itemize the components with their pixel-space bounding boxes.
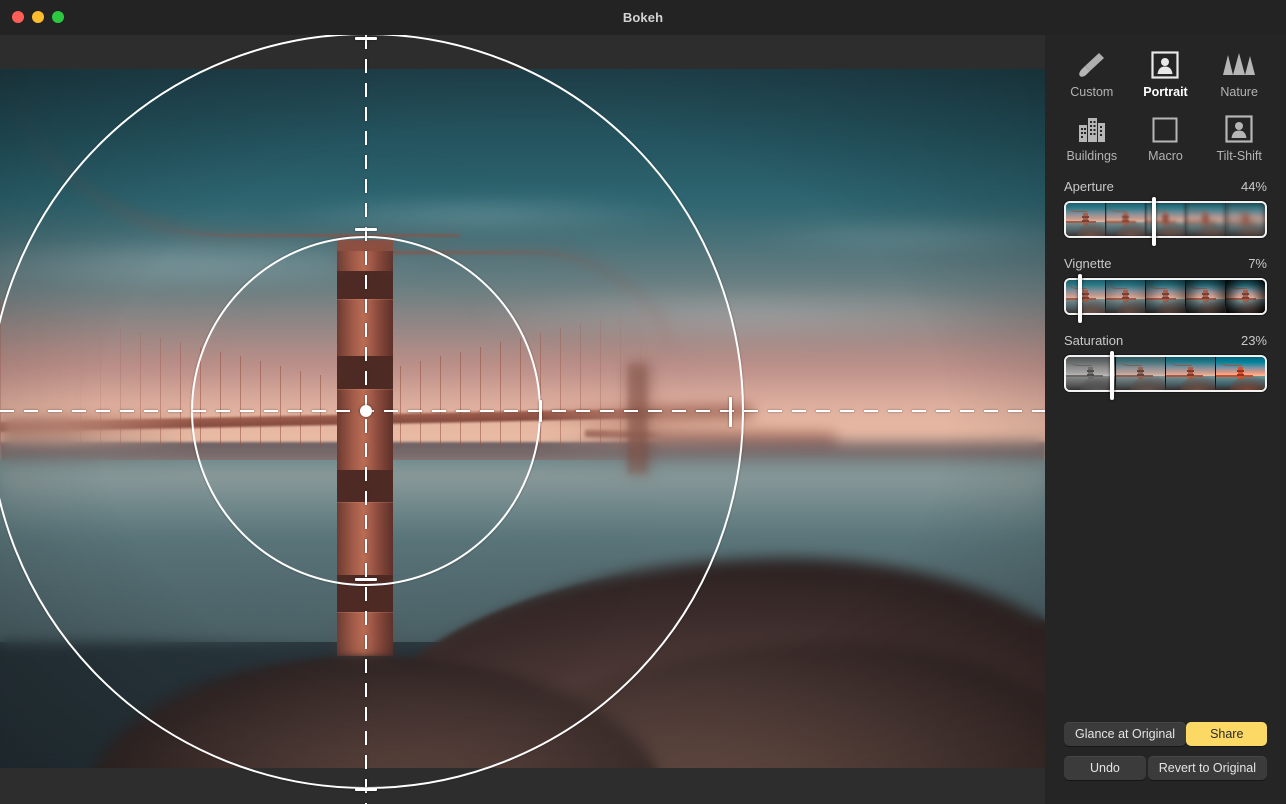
preset-label: Nature [1220,85,1258,99]
slider-handle[interactable] [1078,274,1082,323]
preset-label: Custom [1070,85,1113,99]
filmstrip-frame [1106,203,1146,236]
slider-aperture: Aperture 44% [1064,179,1267,238]
filmstrip-frame [1186,203,1226,236]
preset-label: Buildings [1066,149,1117,163]
filmstrip-frame [1226,203,1265,236]
footer-row-top: Glance at Original Share [1064,722,1267,746]
preset-tilt-shift[interactable]: Tilt-Shift [1202,111,1276,165]
portrait-icon [1225,113,1253,143]
preset-nature[interactable]: Nature [1202,47,1276,101]
revert-to-original-button[interactable]: Revert to Original [1148,756,1267,780]
slider-label: Aperture [1064,179,1114,194]
slider-saturation: Saturation 23% [1064,333,1267,392]
preset-macro[interactable]: Macro [1129,111,1203,165]
preset-custom[interactable]: Custom [1055,47,1129,101]
filmstrip-frame [1166,357,1216,390]
filmstrip-preview [1066,280,1265,313]
preset-portrait[interactable]: Portrait [1129,47,1203,101]
letterbox-bottom [0,768,1045,804]
window-title: Bokeh [0,10,1286,25]
filmstrip-preview [1066,203,1265,236]
traffic-light-group [12,11,64,23]
outer-circle-right-handle[interactable] [729,397,732,427]
filmstrip-frame [1066,280,1106,313]
preset-label: Portrait [1143,85,1187,99]
filmstrip-frame [1066,203,1106,236]
filmstrip-frame [1186,280,1226,313]
filmstrip-frame [1216,357,1265,390]
slider-track[interactable] [1064,278,1267,315]
slider-handle[interactable] [1110,351,1114,400]
brush-icon [1077,49,1107,79]
slider-header: Vignette 7% [1064,256,1267,271]
slider-handle[interactable] [1152,197,1156,246]
filmstrip-frame [1146,280,1186,313]
square-icon [1152,113,1178,143]
slider-value: 7% [1248,256,1267,271]
minimize-button[interactable] [32,11,44,23]
slider-vignette: Vignette 7% [1064,256,1267,315]
maximize-button[interactable] [52,11,64,23]
filmstrip-frame [1116,357,1166,390]
preset-label: Tilt-Shift [1216,149,1261,163]
slider-header: Aperture 44% [1064,179,1267,194]
portrait-icon [1151,49,1179,79]
share-button[interactable]: Share [1186,722,1267,746]
trees-icon [1222,49,1256,79]
filmstrip-frame [1106,280,1146,313]
inner-circle-right-handle[interactable] [539,400,542,422]
preset-grid: Custom Portrait Nature Buildings Macro Tilt-S… [1045,35,1286,169]
slider-label: Saturation [1064,333,1123,348]
photo-canvas[interactable] [0,35,1045,804]
preset-label: Macro [1148,149,1183,163]
title-bar: Bokeh [0,0,1286,35]
slider-track[interactable] [1064,355,1267,392]
slider-value: 44% [1241,179,1267,194]
close-button[interactable] [12,11,24,23]
slider-header: Saturation 23% [1064,333,1267,348]
slider-label: Vignette [1064,256,1111,271]
photo-viewport [0,69,1045,768]
outer-circle-top-handle[interactable] [355,37,377,40]
focus-center-handle[interactable] [360,405,372,417]
vignette-overlay [0,69,1045,768]
inner-circle-top-handle[interactable] [355,228,377,231]
app-window: Bokeh [0,0,1286,804]
filmstrip-frame [1226,280,1265,313]
slider-list: Aperture 44% Vignette 7% Saturation 23% [1045,169,1286,392]
filmstrip-frame [1066,357,1116,390]
slider-track[interactable] [1064,201,1267,238]
filmstrip-preview [1066,357,1265,390]
footer-row-bottom: Undo Revert to Original [1064,756,1267,780]
outer-circle-bottom-handle[interactable] [355,788,377,791]
footer-actions: Glance at Original Share Undo Revert to … [1045,722,1286,790]
undo-button[interactable]: Undo [1064,756,1146,780]
letterbox-top [0,35,1045,69]
inspector-sidebar: Custom Portrait Nature Buildings Macro Tilt-S… [1045,35,1286,804]
preset-buildings[interactable]: Buildings [1055,111,1129,165]
slider-value: 23% [1241,333,1267,348]
inner-circle-bottom-handle[interactable] [355,578,377,581]
buildings-icon [1077,113,1107,143]
glance-at-original-button[interactable]: Glance at Original [1064,722,1186,746]
